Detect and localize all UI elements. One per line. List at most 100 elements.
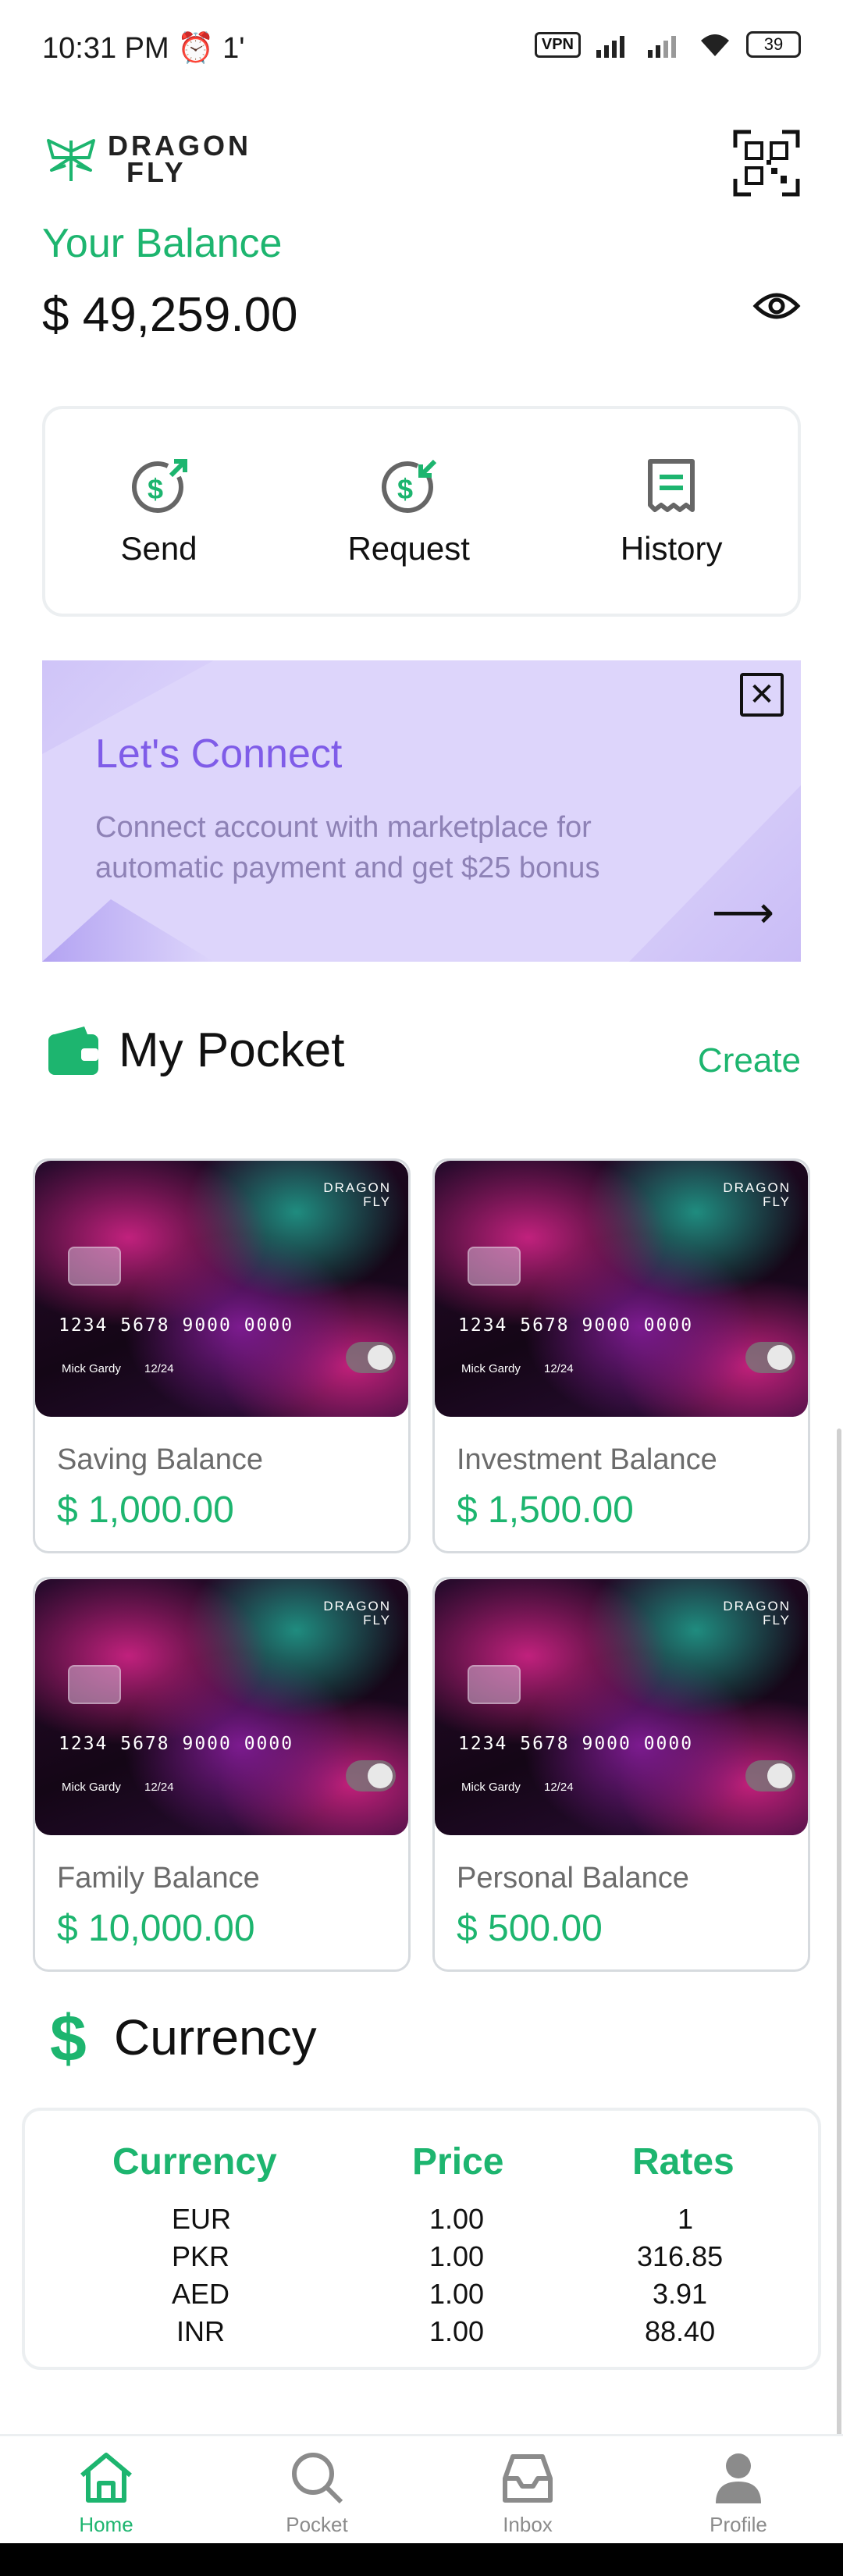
bank-card: DRAGON FLY 1234 5678 9000 0000 Mick Gardy… [435, 1161, 808, 1417]
status-time: 10:31 PM ⏰ 1' [42, 31, 245, 66]
cell-rate: 316.85 [637, 2240, 724, 2272]
nav-home[interactable]: Home [36, 2450, 176, 2537]
signal-icon-2 [648, 36, 676, 58]
currency-header: $ Currency [48, 2006, 317, 2069]
nav-profile[interactable]: Profile [668, 2450, 809, 2537]
send-label: Send [120, 530, 197, 567]
svg-text:$: $ [397, 473, 413, 505]
send-button[interactable]: $ Send [120, 455, 197, 568]
history-button[interactable]: History [621, 455, 723, 568]
battery-icon: 39 [746, 31, 801, 58]
cell-currency: INR [176, 2315, 225, 2347]
svg-text:$: $ [50, 2006, 87, 2069]
card-brand-line2: FLY [763, 1194, 791, 1209]
quick-actions: $ Send $ Request History [42, 406, 801, 617]
logo-line-1: DRAGON [108, 130, 251, 162]
currency-table: Currency Price Rates EUR 1.00 1 PKR 1.00… [22, 2108, 821, 2370]
pocket-amount: $ 500.00 [457, 1908, 603, 1949]
dollar-icon: $ [50, 2006, 87, 2069]
card-number: 1234 5678 9000 0000 [458, 1734, 694, 1754]
eye-icon[interactable] [752, 287, 801, 325]
arrow-right-icon[interactable]: ⟶ [712, 887, 774, 938]
bank-card: DRAGON FLY 1234 5678 9000 0000 Mick Gardy… [35, 1161, 408, 1417]
column-header-price: Price [412, 2141, 504, 2183]
promo-decoration [42, 899, 214, 962]
wifi-icon [701, 34, 729, 56]
card-toggle[interactable] [745, 1342, 795, 1373]
scrollbar[interactable] [837, 1429, 841, 2467]
nav-inbox[interactable]: Inbox [457, 2450, 598, 2537]
search-icon [292, 2453, 343, 2504]
card-chip-icon [468, 1247, 521, 1286]
balance-label: Your Balance [42, 221, 283, 266]
promo-body: Connect account with marketplace for aut… [95, 811, 600, 884]
card-number: 1234 5678 9000 0000 [59, 1315, 294, 1336]
currency-title: Currency [114, 2009, 317, 2065]
home-icon [80, 2453, 132, 2503]
status-extra: 1' [222, 32, 245, 65]
nav-profile-label: Profile [710, 2513, 767, 2536]
request-button[interactable]: $ Request [347, 455, 470, 568]
clock-text: 10:31 PM [42, 32, 169, 65]
pocket-name: Personal Balance [457, 1862, 689, 1895]
request-money-icon: $ [381, 459, 436, 513]
pocket-title: My Pocket [119, 1023, 345, 1077]
card-chip-icon [468, 1665, 521, 1704]
card-holder: Mick Gardy [461, 1362, 521, 1375]
inbox-icon [503, 2454, 553, 2503]
card-brand-line2: FLY [363, 1194, 391, 1209]
pocket-card-saving[interactable]: DRAGON FLY 1234 5678 9000 0000 Mick Gardy… [33, 1158, 411, 1553]
cell-price: 1.00 [429, 2315, 485, 2347]
create-button[interactable]: Create [698, 1041, 801, 1080]
bottom-nav: Home Pocket Inbox Profile [0, 2434, 843, 2543]
card-toggle[interactable] [346, 1342, 396, 1373]
pocket-card-investment[interactable]: DRAGON FLY 1234 5678 9000 0000 Mick Gardy… [432, 1158, 810, 1553]
pocket-name: Family Balance [57, 1862, 260, 1895]
nav-pocket[interactable]: Pocket [247, 2450, 387, 2537]
cell-price: 1.00 [429, 2240, 485, 2272]
cell-rate: 88.40 [645, 2315, 716, 2347]
status-bar: 10:31 PM ⏰ 1' VPN 39 [0, 0, 843, 101]
nav-home-label: Home [79, 2513, 133, 2536]
card-brand-line2: FLY [763, 1613, 791, 1628]
cell-rate: 3.91 [653, 2278, 708, 2310]
profile-icon [716, 2453, 761, 2503]
card-toggle[interactable] [745, 1760, 795, 1791]
card-holder: Mick Gardy [461, 1781, 521, 1794]
receipt-icon [648, 459, 695, 512]
alarm-icon: ⏰ [177, 32, 215, 65]
cell-rate: 1 [678, 2203, 694, 2235]
dragonfly-logo-icon [47, 139, 95, 181]
pocket-card-family[interactable]: DRAGON FLY 1234 5678 9000 0000 Mick Gardy… [33, 1577, 411, 1972]
pocket-card-personal[interactable]: DRAGON FLY 1234 5678 9000 0000 Mick Gardy… [432, 1577, 810, 1972]
pocket-amount: $ 1,000.00 [57, 1489, 234, 1531]
vpn-badge: VPN [534, 31, 581, 58]
balance-amount: $ 49,259.00 [42, 288, 298, 342]
card-brand: DRAGON FLY [323, 1599, 391, 1628]
card-brand: DRAGON FLY [723, 1181, 791, 1209]
card-brand-line1: DRAGON [723, 1180, 791, 1195]
pocket-name: Saving Balance [57, 1443, 264, 1476]
card-holder: Mick Gardy [62, 1781, 121, 1794]
status-icons: VPN 39 [534, 31, 801, 58]
card-brand-line1: DRAGON [323, 1599, 391, 1614]
qr-code-icon[interactable] [732, 129, 801, 197]
column-header-currency: Currency [112, 2141, 277, 2183]
card-chip-icon [68, 1247, 121, 1286]
card-number: 1234 5678 9000 0000 [458, 1315, 694, 1336]
logo-text: DRAGON FLY [108, 130, 251, 187]
cell-currency: AED [172, 2278, 230, 2310]
promo-banner[interactable]: Let's Connect Connect account with marke… [42, 660, 801, 962]
pocket-amount: $ 10,000.00 [57, 1908, 255, 1949]
nav-pocket-label: Pocket [286, 2513, 348, 2536]
card-expiry: 12/24 [144, 1781, 174, 1794]
svg-text:$: $ [148, 473, 163, 505]
pocket-amount: $ 1,500.00 [457, 1489, 634, 1531]
card-brand: DRAGON FLY [723, 1599, 791, 1628]
nav-inbox-label: Inbox [503, 2513, 553, 2536]
close-icon[interactable]: ✕ [740, 673, 784, 717]
card-toggle[interactable] [346, 1760, 396, 1791]
card-expiry: 12/24 [544, 1781, 574, 1794]
app-logo: DRAGON FLY [42, 130, 251, 187]
cell-currency: EUR [172, 2203, 232, 2235]
